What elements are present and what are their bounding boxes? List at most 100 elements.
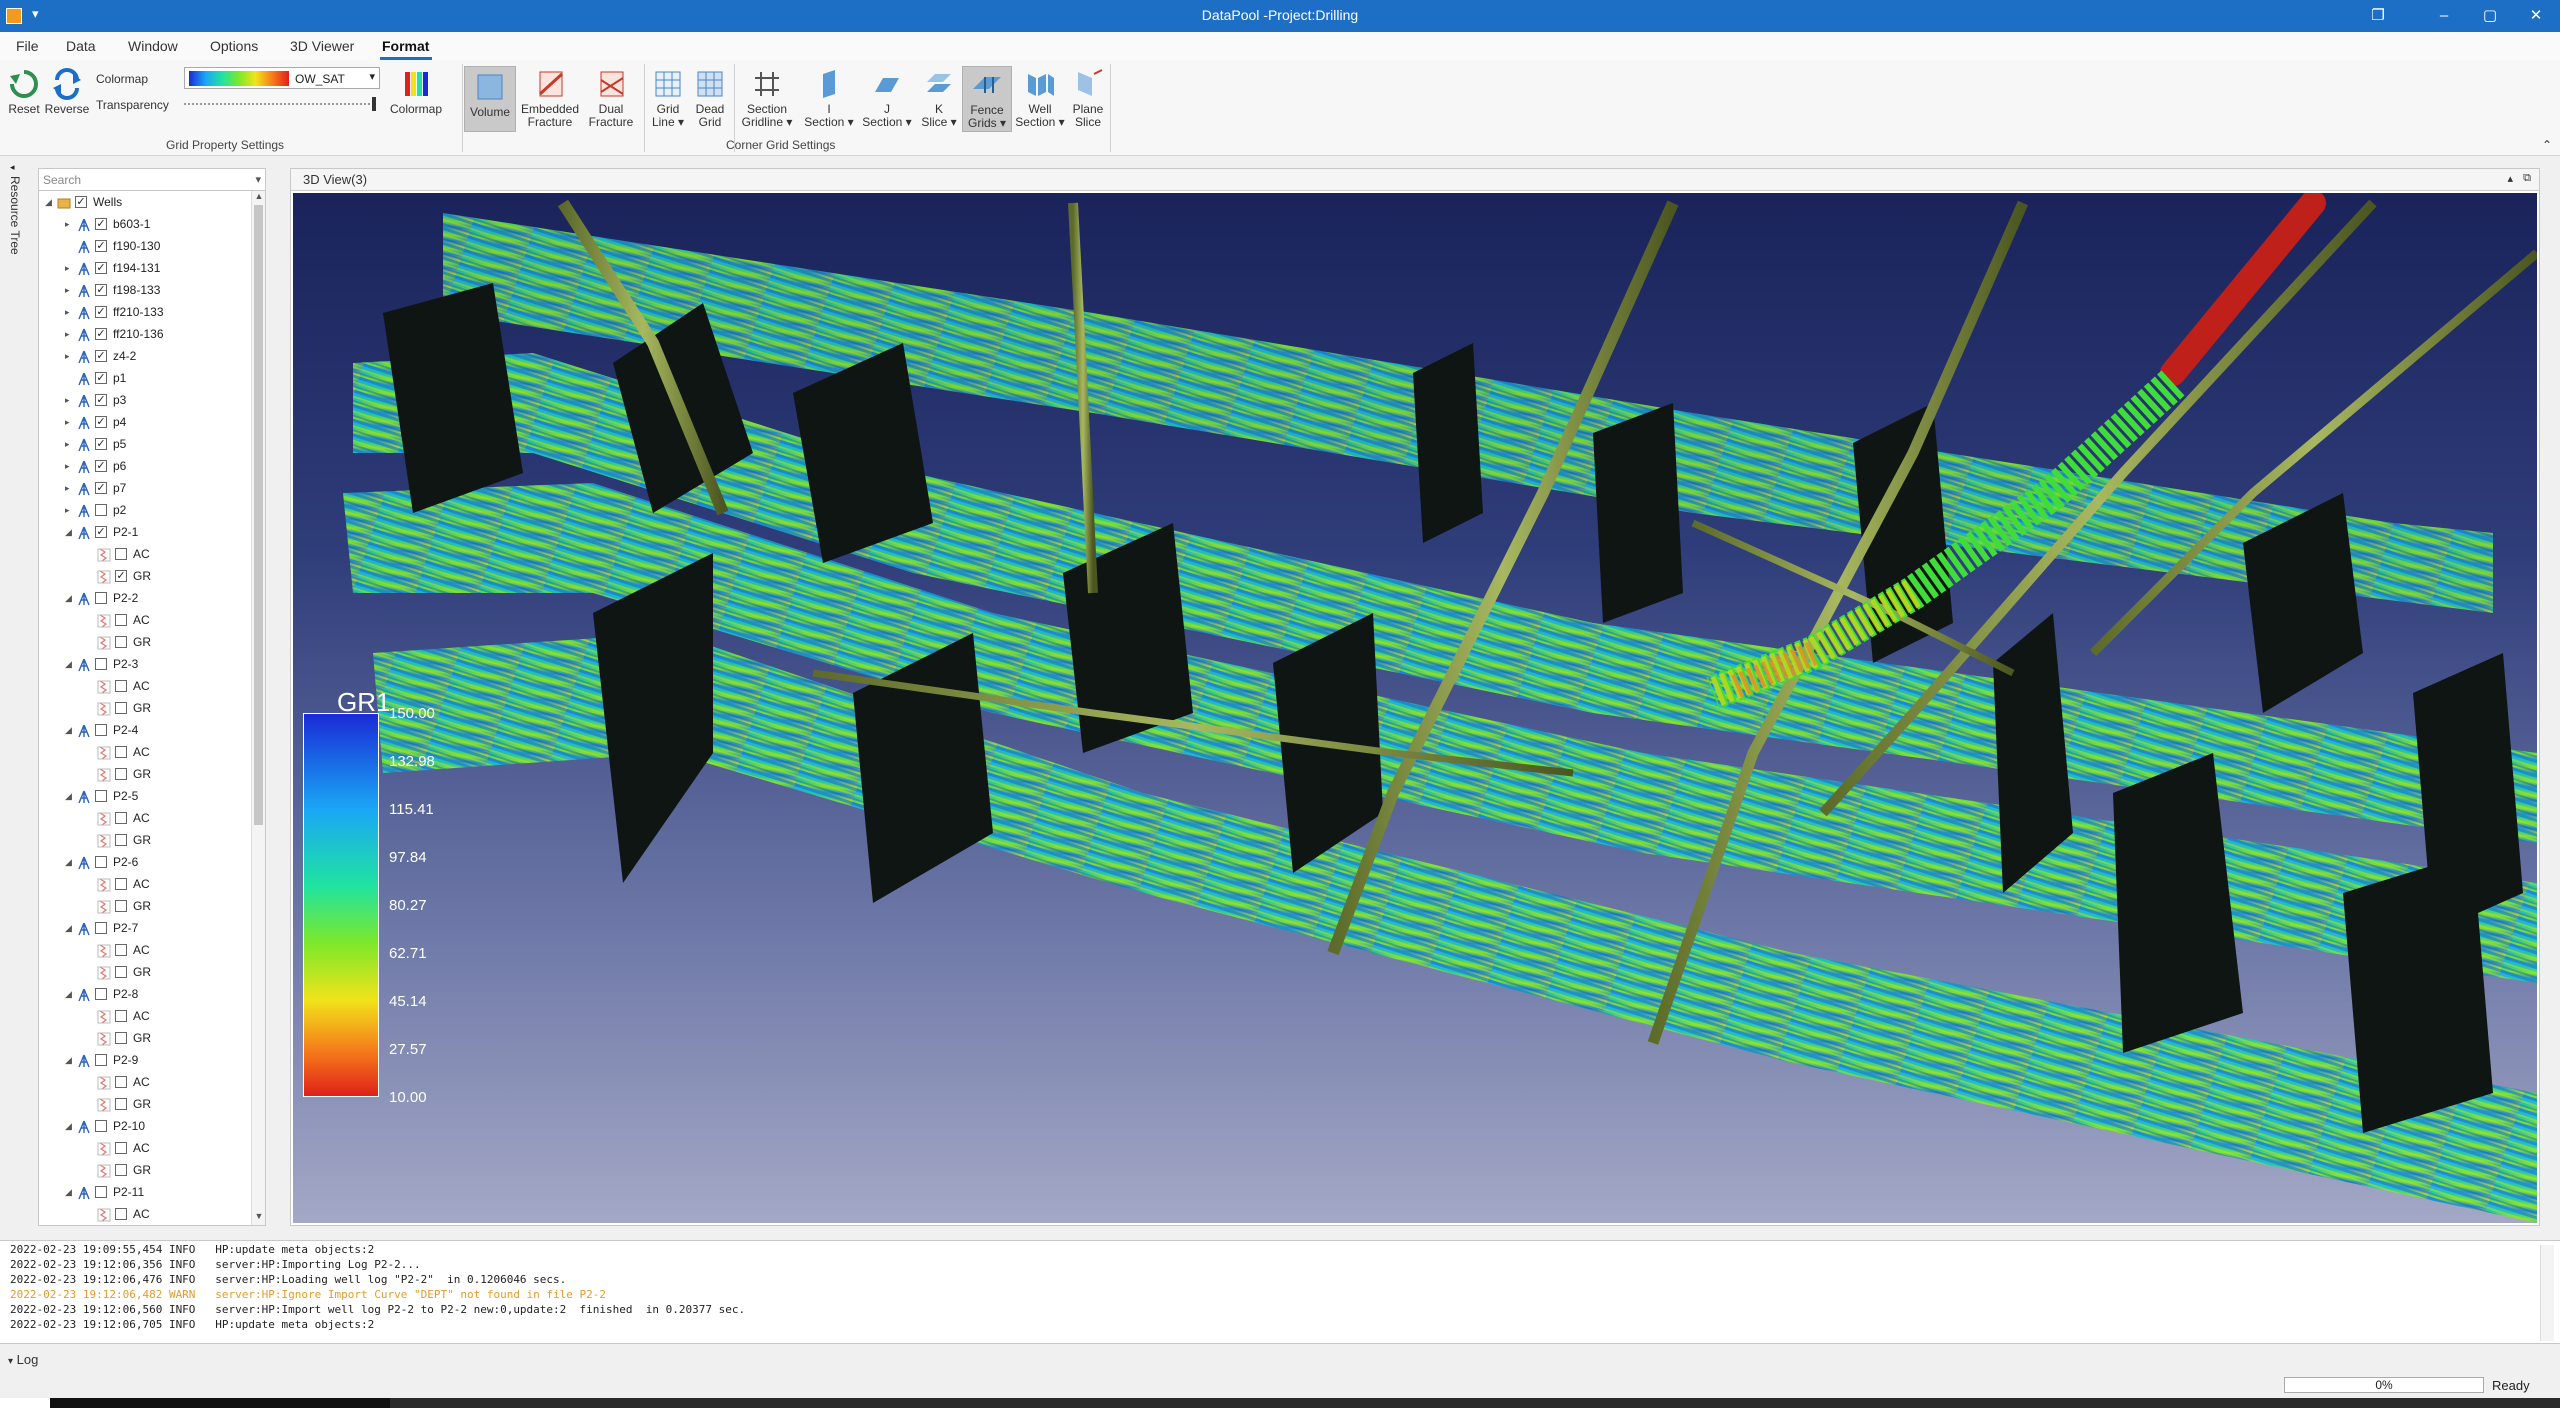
resource-tree-tab[interactable]: Resource Tree bbox=[8, 176, 22, 255]
visibility-checkbox[interactable] bbox=[115, 768, 127, 780]
menu-format[interactable]: Format bbox=[382, 38, 429, 54]
collapse-icon[interactable]: ◢ bbox=[65, 917, 75, 939]
grid-line-button[interactable]: Grid Line ▾ bbox=[646, 68, 690, 129]
visibility-checkbox[interactable]: ✓ bbox=[95, 438, 107, 450]
tree-item-well[interactable]: ◢ P2-7 bbox=[39, 917, 251, 939]
expand-icon[interactable]: ▸ bbox=[65, 411, 75, 433]
scroll-thumb[interactable] bbox=[254, 205, 263, 825]
k-slice-button[interactable]: K Slice ▾ bbox=[916, 68, 962, 129]
tree-item-well[interactable]: ◢ ✓ P2-1 bbox=[39, 521, 251, 543]
tree-item-log[interactable]: GR bbox=[39, 895, 251, 917]
tree-item-log[interactable]: AC bbox=[39, 807, 251, 829]
tree-item-log[interactable]: GR bbox=[39, 961, 251, 983]
collapse-icon[interactable]: ◢ bbox=[65, 1049, 75, 1071]
tree-item-log[interactable]: ✓ GR bbox=[39, 565, 251, 587]
reset-button[interactable]: Reset bbox=[4, 68, 44, 116]
visibility-checkbox[interactable]: ✓ bbox=[95, 460, 107, 472]
menu-file[interactable]: File bbox=[16, 38, 39, 54]
minimize-view-icon[interactable]: ▴ bbox=[2507, 172, 2513, 185]
tree-item-log[interactable]: AC bbox=[39, 939, 251, 961]
log-scrollbar[interactable] bbox=[2540, 1245, 2554, 1341]
tree-item-log[interactable]: GR bbox=[39, 1027, 251, 1049]
collapse-icon[interactable]: ◢ bbox=[65, 1181, 75, 1203]
dock-arrow-icon[interactable]: ◂ bbox=[10, 162, 15, 173]
visibility-checkbox[interactable] bbox=[115, 702, 127, 714]
tree-item-well[interactable]: ◢ P2-6 bbox=[39, 851, 251, 873]
visibility-checkbox[interactable] bbox=[115, 1142, 127, 1154]
embedded-fracture-button[interactable]: Embedded Fracture bbox=[518, 68, 582, 129]
close-icon[interactable]: ✕ bbox=[2522, 4, 2550, 28]
visibility-checkbox[interactable] bbox=[115, 1098, 127, 1110]
fence-grids-button[interactable]: Fence Grids ▾ bbox=[962, 66, 1012, 132]
visibility-checkbox[interactable] bbox=[115, 1164, 127, 1176]
visibility-checkbox[interactable]: ✓ bbox=[95, 328, 107, 340]
tree-item-well[interactable]: ◢ P2-8 bbox=[39, 983, 251, 1005]
tree-item-well[interactable]: ▸ ✓ b603-1 bbox=[39, 213, 251, 235]
visibility-checkbox[interactable] bbox=[115, 680, 127, 692]
visibility-checkbox[interactable] bbox=[115, 834, 127, 846]
maximize-icon[interactable]: ▢ bbox=[2476, 4, 2504, 28]
slider-thumb[interactable] bbox=[372, 97, 376, 111]
tree-item-well[interactable]: ◢ P2-9 bbox=[39, 1049, 251, 1071]
tree-item-well[interactable]: ◢ P2-4 bbox=[39, 719, 251, 741]
log-tab[interactable]: ▾ Log bbox=[8, 1352, 38, 1367]
collapse-ribbon-icon[interactable]: ⌃ bbox=[2542, 138, 2552, 152]
visibility-checkbox[interactable] bbox=[95, 724, 107, 736]
expand-icon[interactable]: ▸ bbox=[65, 323, 75, 345]
tree-item-well[interactable]: ▸ ✓ ff210-136 bbox=[39, 323, 251, 345]
visibility-checkbox[interactable] bbox=[95, 790, 107, 802]
collapse-icon[interactable]: ◢ bbox=[65, 785, 75, 807]
plane-slice-button[interactable]: Plane Slice bbox=[1068, 68, 1108, 129]
expand-icon[interactable]: ▸ bbox=[65, 279, 75, 301]
tree-item-log[interactable]: AC bbox=[39, 609, 251, 631]
tree-item-log[interactable]: GR bbox=[39, 697, 251, 719]
section-gridline-button[interactable]: Section Gridline ▾ bbox=[738, 68, 796, 129]
dual-fracture-button[interactable]: Dual Fracture bbox=[582, 68, 640, 129]
expand-icon[interactable]: ▸ bbox=[65, 257, 75, 279]
visibility-checkbox[interactable] bbox=[115, 878, 127, 890]
visibility-checkbox[interactable] bbox=[115, 1076, 127, 1088]
expand-icon[interactable]: ▸ bbox=[65, 389, 75, 411]
tree-item-log[interactable]: AC bbox=[39, 1203, 251, 1225]
taskbar-item[interactable] bbox=[0, 1398, 50, 1408]
tree-item-log[interactable]: GR bbox=[39, 763, 251, 785]
tree-item-log[interactable]: GR bbox=[39, 631, 251, 653]
visibility-checkbox[interactable] bbox=[95, 856, 107, 868]
tree-item-log[interactable]: AC bbox=[39, 1137, 251, 1159]
visibility-checkbox[interactable]: ✓ bbox=[95, 218, 107, 230]
minimize-icon[interactable]: – bbox=[2430, 4, 2458, 28]
expand-icon[interactable]: ▸ bbox=[65, 301, 75, 323]
tree-item-well[interactable]: ▸ ✓ p7 bbox=[39, 477, 251, 499]
colormap-select[interactable]: OW_SAT ▾ bbox=[184, 67, 380, 89]
visibility-checkbox[interactable] bbox=[95, 504, 107, 516]
visibility-checkbox[interactable] bbox=[115, 548, 127, 560]
tree-item-well[interactable]: ▸ ✓ f198-133 bbox=[39, 279, 251, 301]
visibility-checkbox[interactable] bbox=[115, 1010, 127, 1022]
dead-grid-button[interactable]: Dead Grid bbox=[690, 68, 730, 129]
well-section-button[interactable]: Well Section ▾ bbox=[1012, 68, 1068, 129]
visibility-checkbox[interactable] bbox=[95, 1120, 107, 1132]
tree-item-well[interactable]: ◢ P2-2 bbox=[39, 587, 251, 609]
visibility-checkbox[interactable]: ✓ bbox=[115, 570, 127, 582]
tree-item-folder[interactable]: ◢ ✓ Wells bbox=[39, 191, 251, 213]
menu-options[interactable]: Options bbox=[210, 38, 258, 54]
expand-icon[interactable]: ▸ bbox=[65, 433, 75, 455]
j-section-button[interactable]: J Section ▾ bbox=[858, 68, 916, 129]
expand-icon[interactable]: ▸ bbox=[65, 477, 75, 499]
visibility-checkbox[interactable] bbox=[95, 1054, 107, 1066]
tree-item-well[interactable]: ◢ P2-11 bbox=[39, 1181, 251, 1203]
visibility-checkbox[interactable]: ✓ bbox=[95, 482, 107, 494]
collapse-icon[interactable]: ◢ bbox=[65, 851, 75, 873]
tree-item-well[interactable]: ◢ P2-10 bbox=[39, 1115, 251, 1137]
visibility-checkbox[interactable] bbox=[115, 614, 127, 626]
expand-icon[interactable]: ▸ bbox=[65, 455, 75, 477]
collapse-icon[interactable]: ◢ bbox=[65, 719, 75, 741]
collapse-icon[interactable]: ◢ bbox=[65, 587, 75, 609]
tree-item-well[interactable]: ▸ ✓ ff210-133 bbox=[39, 301, 251, 323]
expand-icon[interactable]: ▸ bbox=[65, 213, 75, 235]
expand-icon[interactable]: ▸ bbox=[65, 499, 75, 521]
tree-item-well[interactable]: ▸ ✓ z4-2 bbox=[39, 345, 251, 367]
visibility-checkbox[interactable] bbox=[95, 988, 107, 1000]
tree-item-well[interactable]: ✓ p1 bbox=[39, 367, 251, 389]
restore-icon[interactable]: ❐ bbox=[2364, 4, 2392, 28]
